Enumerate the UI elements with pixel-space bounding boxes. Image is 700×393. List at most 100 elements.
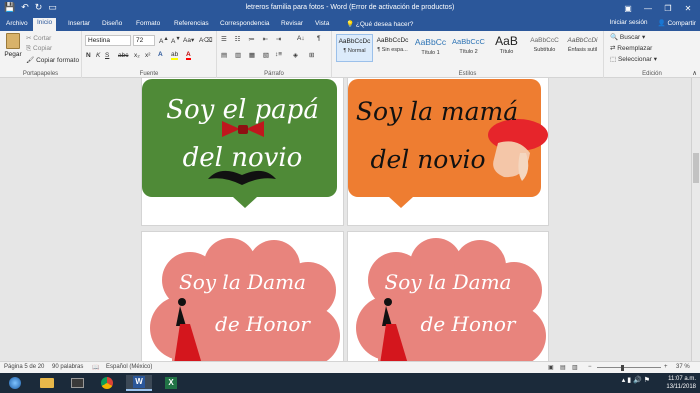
tab-formato[interactable]: Formato [132,19,164,28]
style-heading-1[interactable]: AaBbCc Título 1 [412,34,449,62]
folder-icon [40,378,54,388]
line-spacing-icon[interactable]: ↕≡ [275,51,282,58]
maximize-button[interactable]: ❐ [658,0,678,17]
tab-vista[interactable]: Vista [311,19,333,28]
pink-cloud [150,238,340,361]
font-color-icon[interactable]: A [186,51,191,60]
tab-insertar[interactable]: Insertar [64,19,94,28]
word-count[interactable]: 90 palabras [52,364,83,370]
read-mode-icon[interactable]: ▣ [548,364,554,371]
person-icon: 👤 [657,20,666,27]
ribbon-display-icon[interactable]: ▣ [618,0,638,17]
find-button[interactable]: 🔍 Buscar ▾ [610,33,645,41]
tab-correspondencia[interactable]: Correspondencia [216,19,274,28]
paste-label: Pegar [4,51,22,58]
shrink-font-icon[interactable]: A▼ [171,36,181,45]
tab-referencias[interactable]: Referencias [170,19,213,28]
change-case-icon[interactable]: Aa▾ [183,36,194,44]
ribbon-tabs: Archivo Inicio Insertar Diseño Formato R… [0,17,700,31]
alignment-buttons[interactable]: ▤ ▥ ▦ ▧ [221,51,272,59]
clock-date[interactable]: 13/11/2018 [666,383,696,391]
zoom-in-icon[interactable]: + [664,364,668,370]
close-button[interactable]: ✕ [678,0,698,17]
font-size-select[interactable]: 72 [133,35,155,46]
sort-icon[interactable]: A↓ [297,35,305,42]
tab-diseno[interactable]: Diseño [98,19,126,28]
sign-line-1: Soy la Dama [179,270,306,294]
select-button[interactable]: ⬚ Seleccionar ▾ [610,55,657,63]
style-sample: AaBbCcDc [338,38,371,45]
brush-icon: 🖌 [26,57,35,64]
bold-button[interactable]: N [86,52,91,59]
page-bottom-right[interactable]: Soy la Dama de Honor [347,231,549,361]
scrollbar-thumb[interactable] [693,153,699,183]
highlight-icon[interactable]: ab [171,51,179,60]
proofing-icon[interactable]: 📖 [92,364,99,371]
web-layout-icon[interactable]: ▥ [572,364,578,371]
windows-icon [9,377,21,389]
subscript-button[interactable]: x₂ [134,52,140,59]
grow-font-icon[interactable]: A▲ [159,36,169,45]
strikethrough-button[interactable]: abc [118,52,128,59]
shading-icon[interactable]: ◈ [293,51,298,59]
editing-group: 🔍 Buscar ▾ ⇄ Reemplazar ⬚ Seleccionar ▾ … [604,31,700,78]
lightbulb-icon: 💡 [346,21,355,28]
page-top-right[interactable]: Soy la mamá del novio [347,78,549,226]
tab-revisar[interactable]: Revisar [277,19,307,28]
tray-icons[interactable]: ▴ ▮ 🔊 ⚑ [622,377,650,385]
style-name: Énfasis sutil [567,47,598,53]
page-count[interactable]: Página 5 de 20 [4,364,44,370]
taskbar-excel[interactable]: X [158,375,184,391]
list-buttons[interactable]: ☰ ☷ ≔ ⇤ ⇥ [221,35,284,43]
style-heading-2[interactable]: AaBbCcC Título 2 [450,34,487,62]
tab-archivo[interactable]: Archivo [2,19,32,28]
taskbar-explorer[interactable] [34,375,60,391]
style-subtitle[interactable]: AaBbCcC Subtítulo [526,34,563,62]
styles-group-label: Estilos [458,71,477,77]
zoom-slider-thumb[interactable] [621,365,624,371]
italic-button[interactable]: K [96,52,100,59]
signin-link[interactable]: Iniciar sesión [610,19,648,27]
share-button[interactable]: 👤 Compartir [658,19,696,27]
text-effects-icon[interactable]: A [158,51,163,58]
paste-button[interactable]: Pegar [4,33,22,63]
zoom-level[interactable]: 37 % [676,364,690,370]
font-name-select[interactable]: Hestina [85,35,131,46]
clock-time[interactable]: 11:07 a.m. [666,375,696,383]
zoom-slider[interactable] [597,367,661,368]
sign-line-2: del novio [182,143,303,173]
clear-format-icon[interactable]: A⌫ [199,36,213,44]
replace-button[interactable]: ⇄ Reemplazar [610,44,652,52]
pilcrow-icon[interactable]: ¶ [317,35,321,42]
taskbar-chrome[interactable] [94,375,120,391]
cut-button[interactable]: ✂ Cortar [26,34,51,42]
zoom-out-icon[interactable]: − [588,364,592,370]
copy-button[interactable]: ⎘ Copiar [26,45,52,53]
style-normal[interactable]: AaBbCcDc ¶ Normal [336,34,373,62]
print-layout-icon[interactable]: ▤ [560,364,566,371]
style-no-spacing[interactable]: AaBbCcDc ¶ Sin espa... [374,34,411,62]
format-painter-button[interactable]: 🖌 Copiar formato [26,56,79,64]
page-bottom-left[interactable]: Soy la Dama de Honor [141,231,344,361]
style-title[interactable]: AaB Título [488,34,525,62]
cursor-icon: ⬚ [610,56,617,63]
taskbar-word[interactable]: W [126,375,152,391]
tab-inicio[interactable]: Inicio [33,18,57,31]
style-sample: AaBbCcC [530,37,559,44]
collapse-ribbon-icon[interactable]: ∧ [692,69,697,77]
borders-icon[interactable]: ⊞ [309,51,314,59]
search-icon: 🔍 [610,34,619,41]
excel-icon: X [165,377,177,389]
superscript-button[interactable]: x² [145,52,150,59]
style-subtle-emphasis[interactable]: AaBbCcDi Énfasis sutil [564,34,601,62]
language-indicator[interactable]: Español (México) [106,364,152,370]
vertical-scrollbar[interactable] [691,78,700,361]
underline-button[interactable]: S [105,52,109,59]
taskbar: W X ▴ ▮ 🔊 ⚑ 11:07 a.m. 13/11/2018 [0,373,700,393]
tell-me-box[interactable]: 💡 ¿Qué desea hacer? [342,19,417,29]
start-button[interactable] [2,375,28,391]
page-top-left[interactable]: Soy el papá del novio [141,78,344,226]
style-name: Título [499,49,514,55]
minimize-button[interactable]: — [638,0,658,17]
taskbar-media[interactable] [64,375,90,391]
